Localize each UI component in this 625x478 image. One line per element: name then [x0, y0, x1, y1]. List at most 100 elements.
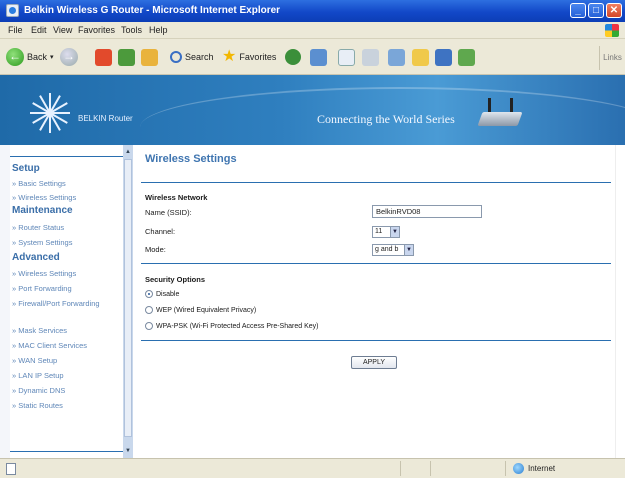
forward-arrow-icon	[60, 48, 78, 66]
favorites-button[interactable]: ★ Favorites	[222, 47, 276, 67]
sidebar-divider	[10, 156, 123, 157]
close-button[interactable]: ✕	[606, 3, 622, 18]
zone-label: Internet	[528, 464, 556, 473]
sidebar-item-system-settings[interactable]: » System Settings	[12, 238, 72, 247]
links-toolbar[interactable]: Links	[599, 46, 625, 70]
window-title: Belkin Wireless G Router - Microsoft Int…	[24, 5, 281, 16]
print-icon	[362, 48, 379, 66]
status-pane	[430, 461, 431, 476]
status-pane	[400, 461, 401, 476]
security-zone: Internet	[513, 463, 555, 474]
sidebar-item-firewall-port-forwarding[interactable]: » Firewall/Port Forwarding	[12, 299, 107, 308]
status-pane	[505, 461, 506, 476]
media-button[interactable]	[285, 47, 301, 67]
search-button[interactable]: Search	[170, 47, 214, 67]
channel-label: Channel:	[145, 227, 176, 236]
left-gutter	[0, 145, 10, 458]
wireless-network-heading: Wireless Network	[145, 193, 208, 202]
sidebar-item-wireless-settings[interactable]: » Wireless Settings	[12, 193, 76, 202]
menu-help[interactable]: Help	[149, 25, 168, 35]
page-title: Wireless Settings	[145, 153, 237, 165]
print-button[interactable]	[362, 47, 379, 67]
sidebar-heading-setup: Setup	[12, 163, 40, 174]
section-divider	[141, 182, 611, 183]
menu-view[interactable]: View	[53, 25, 72, 35]
folder-icon	[412, 48, 429, 66]
mode-select[interactable]: g and b ▼	[372, 244, 414, 256]
sidebar-item-static-routes[interactable]: » Static Routes	[12, 401, 63, 410]
ssid-label: Name (SSID):	[145, 208, 192, 217]
scrollbar-thumb[interactable]	[124, 159, 132, 437]
back-arrow-icon	[6, 48, 24, 66]
sidebar-item-port-forwarding[interactable]: » Port Forwarding	[12, 284, 72, 293]
belkin-logo-icon	[30, 93, 70, 133]
status-bar: Internet	[0, 458, 625, 478]
chevron-down-icon: ▼	[390, 227, 399, 237]
menu-edit[interactable]: Edit	[31, 25, 47, 35]
browser-toolbar: Back ▾ Search ★ Favorites Link	[0, 39, 625, 75]
edit-button[interactable]	[388, 47, 405, 67]
menu-tools[interactable]: Tools	[121, 25, 142, 35]
sidebar-nav: Setup » Basic Settings » Wireless Settin…	[10, 145, 123, 458]
sidebar-scrollbar[interactable]: ▲ ▼	[123, 145, 133, 458]
forward-button[interactable]	[60, 47, 78, 67]
sidebar-item-dynamic-dns[interactable]: » Dynamic DNS	[12, 386, 65, 395]
sidebar-item-wan-setup[interactable]: » WAN Setup	[12, 356, 57, 365]
radio-icon[interactable]	[145, 306, 153, 314]
mail-icon	[338, 48, 355, 66]
channel-value: 11	[375, 228, 383, 235]
stop-icon	[95, 48, 112, 66]
back-button[interactable]: Back ▾	[6, 47, 54, 67]
section-divider	[141, 340, 611, 341]
scroll-up-icon[interactable]: ▲	[124, 147, 132, 157]
home-button[interactable]	[141, 47, 158, 67]
mail-button[interactable]	[338, 47, 355, 67]
mode-value: g and b	[375, 246, 399, 253]
sidebar-item-mac-client-services[interactable]: » MAC Client Services	[12, 341, 87, 350]
globe-icon	[513, 463, 524, 474]
radio-selected-icon[interactable]	[145, 290, 153, 298]
channel-select[interactable]: 11 ▼	[372, 226, 400, 238]
sidebar-heading-maintenance: Maintenance	[12, 205, 73, 216]
back-label: Back	[27, 52, 48, 62]
menu-bar: File Edit View Favorites Tools Help	[0, 22, 625, 39]
sidebar-item-mask-services[interactable]: » Mask Services	[12, 326, 67, 335]
sidebar-item-advanced-wireless-settings[interactable]: » Wireless Settings	[12, 269, 76, 278]
refresh-button[interactable]	[118, 47, 135, 67]
security-option-disable[interactable]: Disable	[145, 290, 179, 298]
page-scrollbar[interactable]	[615, 145, 625, 458]
apply-button[interactable]: APPLY	[351, 356, 397, 369]
minimize-button[interactable]: _	[570, 3, 586, 18]
messenger-button[interactable]	[435, 47, 452, 67]
sidebar-item-lan-ip-setup[interactable]: » LAN IP Setup	[12, 371, 64, 380]
security-option-wep[interactable]: WEP (Wired Equivalent Privacy)	[145, 306, 256, 314]
ssid-input[interactable]	[372, 205, 482, 218]
messenger-icon	[435, 48, 452, 66]
router-header-banner: BELKIN Router Connecting the World Serie…	[0, 75, 625, 145]
menu-favorites[interactable]: Favorites	[78, 25, 115, 35]
history-button[interactable]	[310, 47, 327, 67]
stop-button[interactable]	[95, 47, 112, 67]
sidebar-item-basic-settings[interactable]: » Basic Settings	[12, 179, 66, 188]
scroll-down-icon[interactable]: ▼	[124, 446, 132, 456]
discuss-button[interactable]	[458, 47, 475, 67]
discuss-icon	[458, 48, 475, 66]
brand-name: BELKIN Router	[78, 114, 133, 123]
banner-tagline: Connecting the World Series	[317, 112, 455, 126]
chevron-down-icon: ▼	[404, 245, 413, 255]
section-divider	[141, 263, 611, 264]
sidebar-item-router-status[interactable]: » Router Status	[12, 223, 64, 232]
search-icon	[170, 51, 182, 63]
security-option-wpa-psk[interactable]: WPA-PSK (Wi-Fi Protected Access Pre-Shar…	[145, 322, 318, 330]
menu-file[interactable]: File	[8, 25, 23, 35]
folder-button[interactable]	[412, 47, 429, 67]
router-image-icon	[477, 98, 523, 138]
windows-logo-icon	[605, 24, 619, 37]
ie-app-icon	[6, 4, 19, 17]
radio-icon[interactable]	[145, 322, 153, 330]
edit-icon	[388, 48, 405, 66]
sidebar-heading-advanced: Advanced	[12, 252, 60, 263]
history-icon	[310, 48, 327, 66]
page-document-icon	[6, 463, 16, 475]
maximize-button[interactable]: □	[588, 3, 604, 18]
